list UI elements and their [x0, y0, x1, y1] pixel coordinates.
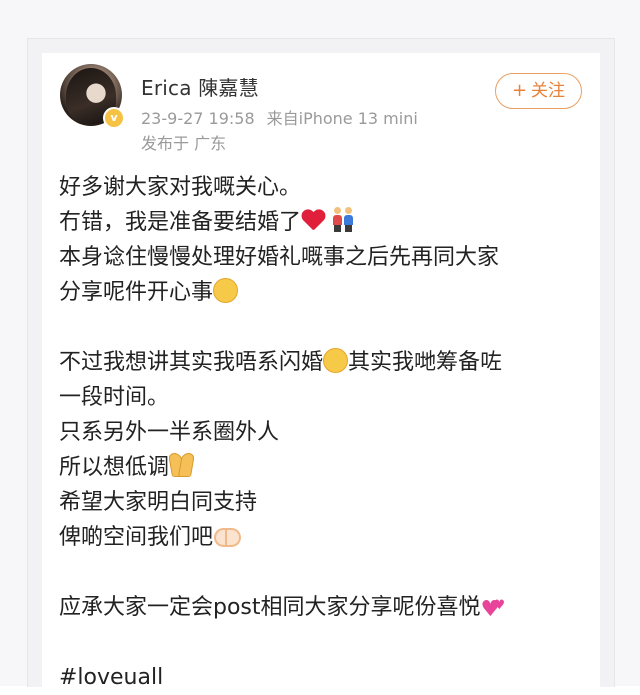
- verified-badge-icon: v: [103, 107, 125, 129]
- post-timestamp: 23-9-27 19:58: [141, 109, 255, 128]
- post-location: 发布于 广东: [141, 134, 227, 153]
- follow-button[interactable]: + 关注: [495, 73, 582, 109]
- post-line: 希望大家明白同支持: [59, 490, 258, 515]
- post-line: 分享呢件开心事: [59, 275, 599, 310]
- laughing-face-icon: [323, 348, 349, 373]
- heart-hands-icon: [213, 526, 242, 547]
- hashtag[interactable]: #loveuall: [59, 660, 599, 695]
- post-line: 冇错，我是准备要结婚了: [59, 205, 599, 240]
- post-meta: 23-9-27 19:58 来自iPhone 13 mini: [141, 105, 430, 129]
- post-line: 不过我想讲其实我唔系闪婚 其实我哋筹备咗: [59, 348, 503, 375]
- post-source: 来自iPhone 13 mini: [266, 109, 418, 128]
- post-line: 只系另外一半系圈外人: [59, 420, 280, 445]
- plus-icon: +: [511, 80, 528, 101]
- two-hearts-icon: ♥ ♥: [480, 597, 506, 622]
- follow-label: 关注: [531, 81, 566, 101]
- post-line: 本身谂住慢慢处理好婚礼嘅事之后先再同大家: [59, 245, 500, 270]
- post-line: 一段时间。: [59, 385, 170, 410]
- post-line: 应承大家一定会post相同大家分享呢份喜悦 ♥ ♥: [59, 595, 506, 622]
- post-text: 好多谢大家对我嘅关心。 冇错，我是准备要结婚了 本身谂住慢慢处理好婚礼嘅事之后先…: [59, 170, 599, 695]
- zany-face-icon: [213, 278, 239, 303]
- red-heart-icon: [301, 210, 325, 232]
- praying-hands-icon: [169, 454, 193, 478]
- couple-icon: [332, 207, 354, 233]
- screenshot-frame: v Erica 陳嘉慧 23-9-27 19:58 来自iPhone 13 min…: [0, 0, 640, 690]
- username[interactable]: Erica 陳嘉慧: [141, 72, 259, 101]
- post-line: 好多谢大家对我嘅关心。: [59, 175, 302, 200]
- post-line: 所以想低调: [59, 450, 599, 485]
- post-line: 俾啲空间我们吧: [59, 520, 599, 555]
